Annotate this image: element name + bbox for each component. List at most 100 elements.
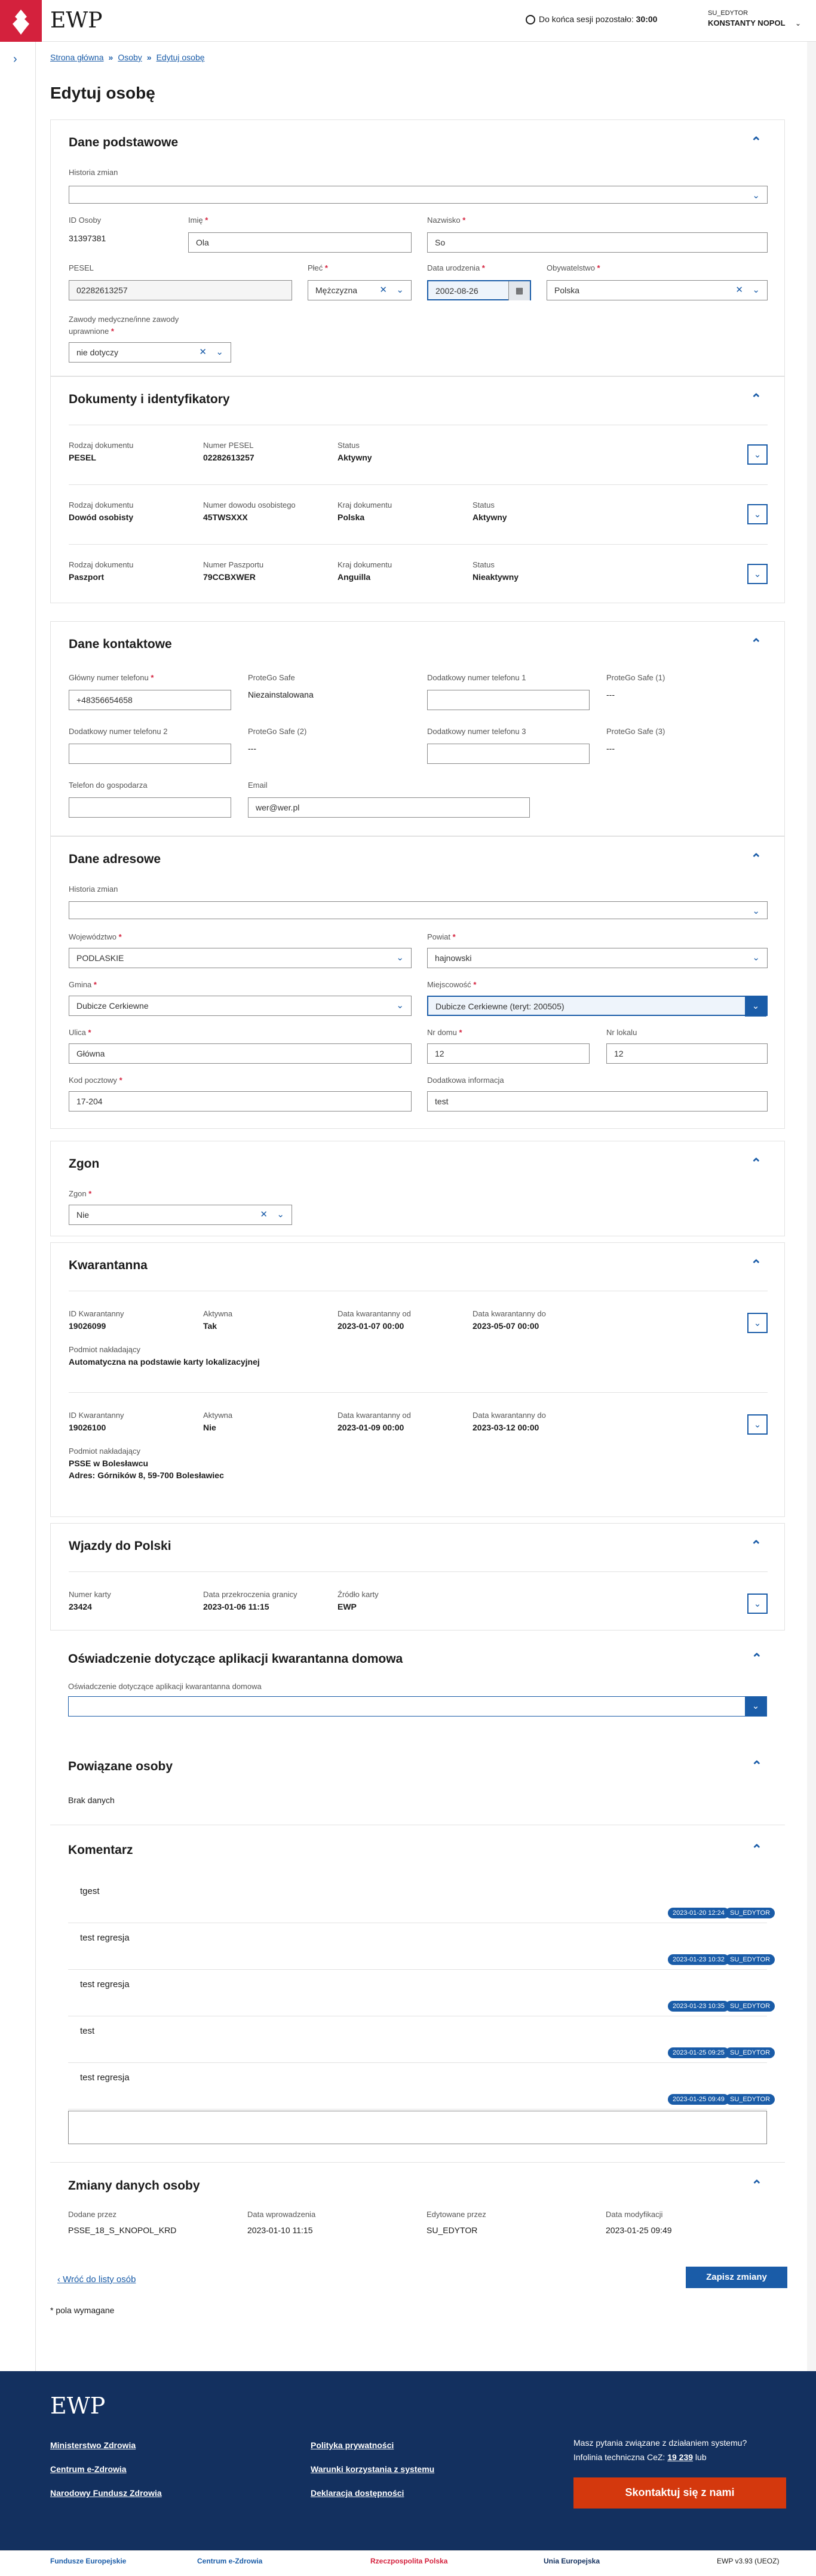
scrollbar[interactable]	[807, 42, 816, 2371]
expand-button[interactable]: ⌄	[747, 564, 768, 584]
section-title: Oświadczenie dotyczące aplikacji kwarant…	[68, 1652, 403, 1666]
section-death: Zgon ⌃ Zgon * Nie ✕ ⌄	[50, 1141, 785, 1236]
back-to-list-link[interactable]: ‹ Wróć do listy osób	[57, 2274, 136, 2285]
expand-button[interactable]: ⌄	[747, 1594, 768, 1614]
funding-logos: Fundusze Europejskie Centrum e-Zdrowia R…	[0, 2550, 816, 2576]
expand-button[interactable]: ⌄	[747, 1414, 768, 1435]
chevron-down-icon: ⌄	[752, 953, 760, 963]
save-button[interactable]: Zapisz zmiany	[686, 2267, 787, 2288]
footer-link-terms[interactable]: Warunki korzystania z systemu	[311, 2464, 434, 2474]
collapse-icon[interactable]: ⌃	[751, 391, 762, 407]
quarantine-card: ID Kwarantanny 19026099 Aktywna Tak Data k…	[69, 1291, 768, 1392]
section-entries: Wjazdy do Polski ⌃ Numer karty 23424 Data…	[50, 1523, 785, 1631]
eu-funds-logo: Fundusze Europejskie	[50, 2557, 127, 2565]
sex-select[interactable]: Mężczyzna ✕ ⌄	[308, 280, 412, 300]
collapse-icon[interactable]: ⌃	[751, 1257, 762, 1273]
comment-textarea[interactable]	[68, 2111, 767, 2144]
add-phone-2-input[interactable]	[69, 744, 231, 764]
collapse-icon[interactable]: ⌃	[751, 1156, 762, 1171]
add-phone-1-input[interactable]	[427, 690, 590, 710]
house-number-input[interactable]: 12	[427, 1043, 590, 1064]
footer-link-nfz[interactable]: Narodowy Fundusz Zdrowia	[50, 2488, 162, 2498]
section-title: Dane adresowe	[69, 852, 161, 866]
section-title: Wjazdy do Polski	[69, 1539, 171, 1553]
voivodeship-select[interactable]: PODLASKIE ⌄	[69, 948, 412, 968]
main-phone-input[interactable]: +48356654658	[69, 690, 231, 710]
section-declaration: Oświadczenie dotyczące aplikacji kwarant…	[50, 1637, 785, 1744]
surname-input[interactable]: So	[427, 232, 768, 253]
clear-icon[interactable]: ✕	[735, 284, 743, 295]
footer: EWP Ministerstwo Zdrowia Centrum e-Zdrow…	[0, 2371, 816, 2550]
collapse-icon[interactable]: ⌃	[751, 134, 762, 150]
comment-item: test regresja 2023-01-23 10:32 SU_EDYTOR	[68, 1924, 775, 1970]
chevron-down-icon: ⌄	[396, 953, 404, 963]
expand-button[interactable]: ⌄	[747, 444, 768, 465]
breadcrumb-home[interactable]: Strona główna	[50, 53, 104, 62]
locality-select[interactable]: Dubicze Cerkiewne (teryt: 200505) ⌄	[427, 996, 768, 1017]
breadcrumb: Strona główna» Osoby» Edytuj osobę	[50, 53, 205, 62]
page-title: Edytuj osobę	[50, 84, 155, 102]
county-select[interactable]: hajnowski ⌄	[427, 948, 768, 968]
expand-button[interactable]: ⌄	[747, 1313, 768, 1333]
additional-info-input[interactable]: test	[427, 1091, 768, 1112]
comment-item: tgest 2023-01-20 12:24 SU_EDYTOR	[68, 1878, 775, 1923]
clear-icon[interactable]: ✕	[199, 346, 207, 357]
user-menu[interactable]: SU_EDYTOR KONSTANTY NOPOL ⌄	[708, 10, 801, 27]
empty-state: Brak danych	[68, 1795, 115, 1805]
section-title: Dane podstawowe	[69, 136, 179, 149]
host-phone-input[interactable]	[69, 797, 231, 818]
collapse-icon[interactable]: ⌃	[751, 1842, 762, 1857]
chevron-down-icon: ⌄	[396, 285, 404, 295]
chevron-down-icon[interactable]: ⌄	[745, 1696, 766, 1717]
citizenship-select[interactable]: Polska ✕ ⌄	[547, 280, 768, 300]
add-phone-3-input[interactable]	[427, 744, 590, 764]
collapse-icon[interactable]: ⌃	[751, 851, 762, 867]
contact-us-button[interactable]: Skontaktuj się z nami	[573, 2477, 786, 2509]
pesel-input[interactable]: 02282613257	[69, 280, 292, 300]
required-note: * pola wymagane	[50, 2305, 115, 2315]
collapse-icon[interactable]: ⌃	[751, 636, 762, 652]
collapse-icon[interactable]: ⌃	[751, 2178, 762, 2193]
declaration-select[interactable]: ⌄	[68, 1696, 767, 1717]
document-card: Rodzaj dokumentu Paszport Numer Paszportu…	[69, 544, 768, 604]
expand-button[interactable]: ⌄	[747, 504, 768, 524]
expand-sidebar-icon[interactable]: ›	[13, 53, 17, 66]
chevron-down-icon: ⌄	[795, 19, 802, 27]
section-title: Dokumenty i identyfikatory	[69, 392, 230, 406]
zip-input[interactable]: 17-204	[69, 1091, 412, 1112]
comment-item: test regresja 2023-01-23 10:35 SU_EDYTOR	[68, 1971, 775, 2016]
clear-icon[interactable]: ✕	[260, 1209, 268, 1220]
breadcrumb-edit[interactable]: Edytuj osobę	[157, 53, 205, 62]
footer-link-cez[interactable]: Centrum e-Zdrowia	[50, 2464, 127, 2474]
email-input[interactable]: wer@wer.pl	[248, 797, 530, 818]
history-select[interactable]: ⌄	[69, 901, 768, 919]
street-input[interactable]: Główna	[69, 1043, 412, 1064]
death-select[interactable]: Nie ✕ ⌄	[69, 1205, 292, 1225]
quarantine-card: ID Kwarantanny 19026100 Aktywna Nie Data k…	[69, 1392, 768, 1506]
eu-logo: Unia Europejska	[544, 2557, 600, 2565]
profession-select[interactable]: nie dotyczy ✕ ⌄	[69, 342, 231, 363]
support-info: Masz pytania związane z działaniem syste…	[573, 2438, 747, 2462]
chevron-down-icon[interactable]: ⌄	[745, 996, 766, 1017]
dob-input[interactable]: 2002-08-26 ▦	[427, 280, 531, 300]
section-title: Komentarz	[68, 1843, 133, 1857]
section-title: Dane kontaktowe	[69, 637, 172, 651]
calendar-icon[interactable]: ▦	[508, 281, 530, 300]
footer-link-privacy[interactable]: Polityka prywatności	[311, 2440, 394, 2450]
app-brand[interactable]: EWP	[50, 8, 103, 33]
document-card: Rodzaj dokumentu PESEL Numer PESEL 0228261…	[69, 425, 768, 484]
footer-link-accessibility[interactable]: Deklaracja dostępności	[311, 2488, 404, 2498]
commune-select[interactable]: Dubicze Cerkiewne ⌄	[69, 996, 412, 1016]
flat-number-input[interactable]: 12	[606, 1043, 768, 1064]
clear-icon[interactable]: ✕	[379, 284, 387, 295]
collapse-icon[interactable]: ⌃	[751, 1651, 762, 1666]
collapse-icon[interactable]: ⌃	[751, 1538, 762, 1553]
sidebar: ›	[0, 42, 36, 2371]
divider	[50, 2162, 785, 2163]
collapse-icon[interactable]: ⌃	[751, 1758, 762, 1774]
breadcrumb-persons[interactable]: Osoby	[118, 53, 142, 62]
session-timer: Do końca sesji pozostało: 30:00	[526, 14, 657, 25]
name-input[interactable]: Ola	[188, 232, 412, 253]
history-select[interactable]: ⌄	[69, 186, 768, 204]
footer-link-mz[interactable]: Ministerstwo Zdrowia	[50, 2440, 136, 2450]
